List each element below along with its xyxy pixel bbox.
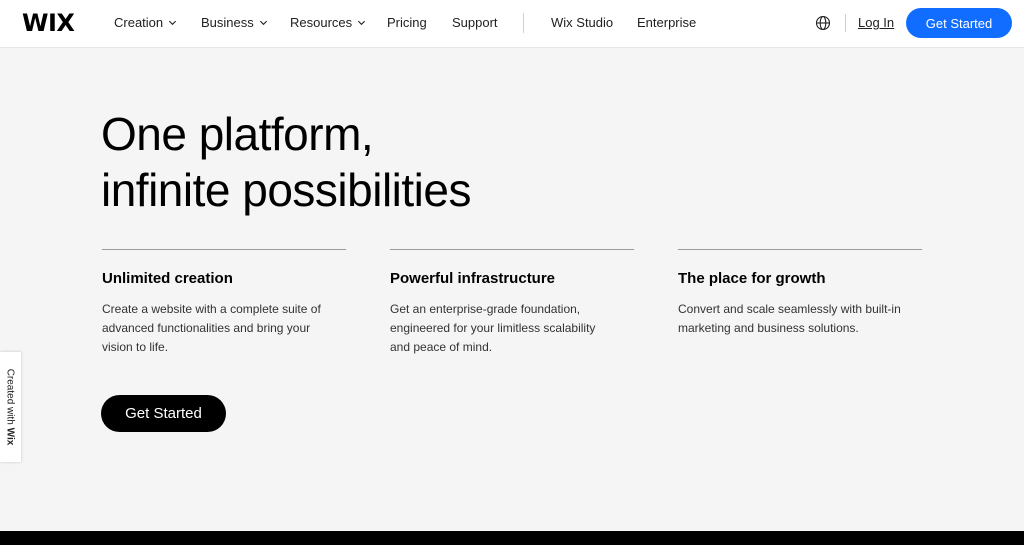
chevron-down-icon [169, 20, 177, 26]
bottom-dark-section [0, 531, 1024, 545]
nav-pricing-label: Pricing [387, 15, 427, 30]
top-navigation-bar: WIX Creation Business Resources Pricing … [0, 0, 1024, 48]
hero-title: One platform, infinite possibilities [101, 106, 471, 218]
feature-title: The place for growth [678, 270, 826, 287]
hero-get-started-button[interactable]: Get Started [101, 395, 226, 432]
nav-creation-label: Creation [114, 15, 164, 30]
feature-description: Create a website with a complete suite o… [102, 302, 321, 354]
globe-icon[interactable] [815, 15, 831, 31]
chevron-down-icon [358, 20, 366, 26]
header-get-started-button[interactable]: Get Started [906, 8, 1012, 38]
nav-support-label: Support [452, 15, 498, 30]
nav-business[interactable]: Business [201, 15, 268, 30]
badge-brand: Wix [4, 427, 16, 446]
feature-description: Get an enterprise-grade foundation, engi… [390, 302, 596, 354]
feature-powerful-infrastructure: Powerful infrastructure Get an enterpris… [390, 249, 634, 357]
nav-wix-studio-label: Wix Studio [551, 15, 614, 30]
nav-support[interactable]: Support [452, 15, 498, 30]
badge-prefix: Created with [4, 368, 16, 428]
nav-enterprise[interactable]: Enterprise [637, 15, 696, 30]
nav-divider [523, 13, 524, 33]
feature-description: Convert and scale seamlessly with built-… [678, 302, 901, 335]
nav-business-label: Business [201, 15, 254, 30]
nav-pricing[interactable]: Pricing [387, 15, 427, 30]
feature-place-for-growth: The place for growth Convert and scale s… [678, 249, 922, 338]
hero-title-line-1: One platform, [101, 108, 374, 160]
nav-resources[interactable]: Resources [290, 15, 366, 30]
nav-resources-label: Resources [290, 15, 353, 30]
wix-logo[interactable]: WIX [22, 9, 75, 37]
feature-unlimited-creation: Unlimited creation Create a website with… [102, 249, 346, 357]
feature-title: Unlimited creation [102, 270, 233, 287]
header-divider [845, 14, 846, 32]
nav-creation[interactable]: Creation [114, 15, 177, 30]
login-link[interactable]: Log In [858, 15, 894, 30]
chevron-down-icon [259, 20, 267, 26]
feature-title: Powerful infrastructure [390, 270, 556, 287]
badge-text: Created with Wix [5, 369, 16, 446]
created-with-wix-badge[interactable]: Created with Wix [0, 352, 21, 462]
feature-divider [390, 249, 634, 250]
nav-wix-studio[interactable]: Wix Studio [551, 15, 613, 30]
feature-divider [102, 249, 346, 250]
nav-enterprise-label: Enterprise [637, 15, 697, 30]
feature-divider [678, 249, 922, 250]
hero-title-line-2: infinite possibilities [101, 164, 471, 216]
